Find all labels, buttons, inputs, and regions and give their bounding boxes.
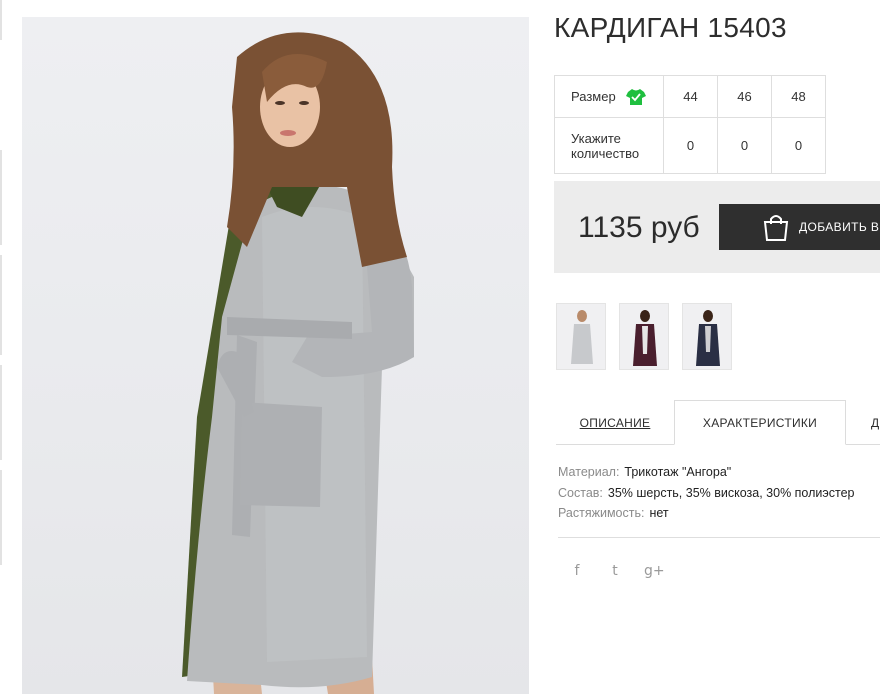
twitter-icon[interactable]: t bbox=[606, 560, 624, 582]
quantity-input-48[interactable]: 0 bbox=[771, 117, 826, 174]
size-label-cell: Размер bbox=[554, 75, 664, 118]
tab-description[interactable]: ОПИСАНИЕ bbox=[556, 400, 674, 445]
size-label: Размер bbox=[571, 89, 616, 104]
spec-key: Растяжимость: bbox=[558, 506, 645, 520]
spec-value: нет bbox=[649, 506, 669, 520]
size-48: 48 bbox=[771, 75, 826, 118]
thumbnail-grey[interactable] bbox=[556, 303, 606, 370]
add-to-cart-button[interactable]: ДОБАВИТЬ В bbox=[719, 204, 880, 250]
add-to-cart-label: ДОБАВИТЬ В bbox=[799, 220, 880, 234]
spec-row-stretch: Растяжимость: нет bbox=[558, 503, 855, 524]
product-price: 1135 руб bbox=[578, 211, 700, 244]
shopping-bag-icon bbox=[761, 212, 791, 242]
color-thumbnails bbox=[556, 303, 732, 370]
model-illustration bbox=[182, 32, 414, 694]
spec-value: Трикотаж "Ангора" bbox=[624, 465, 732, 479]
social-share: f t g+ bbox=[568, 560, 665, 582]
divider bbox=[558, 537, 880, 538]
product-main-photo[interactable] bbox=[22, 17, 529, 694]
product-title: КАРДИГАН 15403 bbox=[554, 12, 787, 43]
size-44: 44 bbox=[663, 75, 718, 118]
size-chart-shirt-icon[interactable] bbox=[625, 88, 646, 106]
tab-delivery[interactable]: Д bbox=[846, 400, 880, 445]
left-edge-strip bbox=[0, 0, 4, 694]
thumbnail-navy[interactable] bbox=[682, 303, 732, 370]
google-plus-icon[interactable]: g+ bbox=[644, 560, 665, 582]
facebook-icon[interactable]: f bbox=[568, 560, 586, 582]
quantity-input-44[interactable]: 0 bbox=[663, 117, 718, 174]
quantity-label: Укажите количество bbox=[554, 117, 664, 174]
tab-characteristics[interactable]: ХАРАКТЕРИСТИКИ bbox=[674, 400, 846, 445]
quantity-input-46[interactable]: 0 bbox=[717, 117, 772, 174]
size-46: 46 bbox=[717, 75, 772, 118]
spec-value: 35% шерсть, 35% вискоза, 30% полиэстер bbox=[607, 485, 855, 500]
size-quantity-table: Размер 44 46 48 Укажите количество 0 0 0 bbox=[554, 75, 826, 174]
spec-row-material: Материал: Трикотаж "Ангора" bbox=[558, 462, 855, 483]
thumbnail-burgundy[interactable] bbox=[619, 303, 669, 370]
product-tabs: ОПИСАНИЕ ХАРАКТЕРИСТИКИ Д bbox=[556, 400, 880, 445]
spec-row-composition: Состав: 35% шерсть, 35% вискоза, 30% поли… bbox=[558, 483, 855, 504]
price-box: 1135 руб ДОБАВИТЬ В bbox=[554, 181, 880, 273]
characteristics-list: Материал: Трикотаж "Ангора" Состав: 35% ше… bbox=[558, 462, 855, 524]
spec-key: Материал: bbox=[558, 465, 620, 479]
product-page: КАРДИГАН 15403 Размер 44 46 48 Укажите к… bbox=[0, 0, 880, 694]
spec-key: Состав: bbox=[558, 485, 603, 500]
